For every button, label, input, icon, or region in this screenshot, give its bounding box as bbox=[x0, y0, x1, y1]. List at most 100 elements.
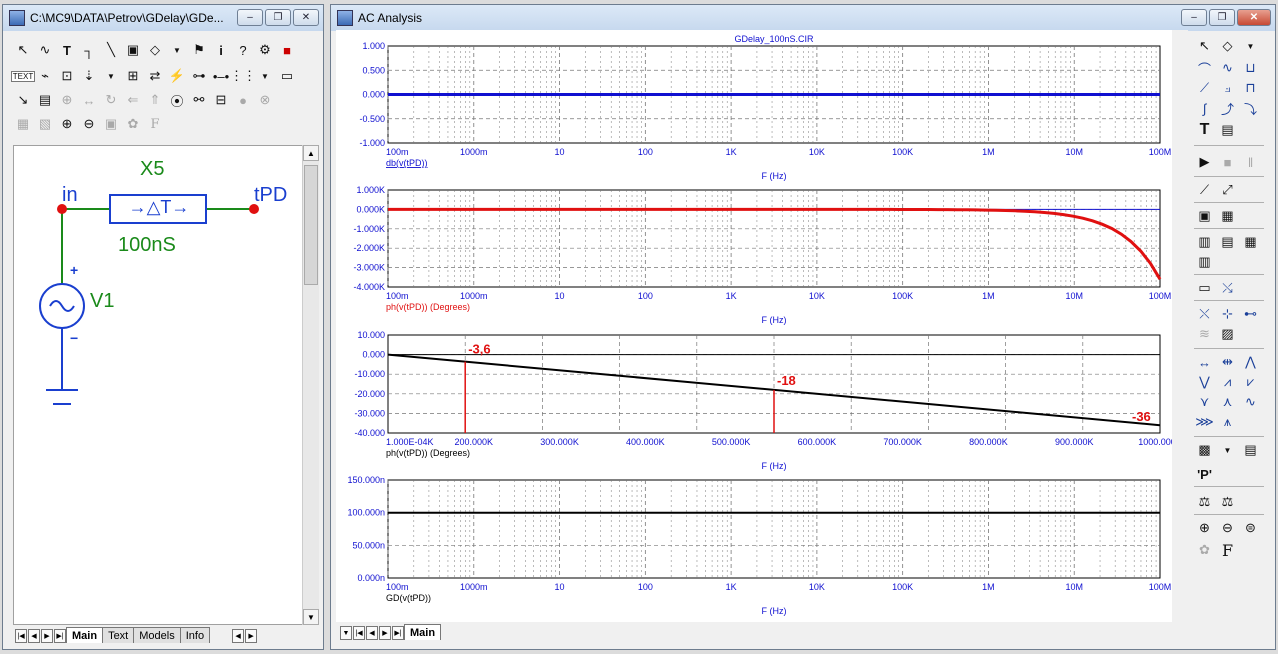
help-icon[interactable]: ? bbox=[233, 40, 253, 60]
tab-models[interactable]: Models bbox=[133, 627, 181, 643]
select-icon[interactable]: ↘ bbox=[13, 90, 33, 110]
properties-icon[interactable]: ▤ bbox=[35, 90, 55, 110]
flip-icon[interactable]: ⇐ bbox=[123, 90, 143, 110]
wave-find-icon[interactable]: ∿ bbox=[1240, 392, 1261, 412]
zoom-out-icon[interactable]: ⊖ bbox=[79, 114, 99, 134]
close-button[interactable]: ✕ bbox=[1237, 9, 1271, 26]
hscroll-right-button[interactable]: ▶ bbox=[245, 629, 258, 643]
top-find-icon[interactable]: ⩚ bbox=[1217, 412, 1238, 432]
tab-menu-button[interactable]: ▼ bbox=[340, 626, 352, 640]
log-scale-icon[interactable]: ⤢ bbox=[1217, 180, 1238, 200]
high-icon[interactable]: ⊔ bbox=[1240, 58, 1261, 78]
frame-icon[interactable]: ▭ bbox=[1194, 278, 1215, 298]
line-icon[interactable]: ╲ bbox=[101, 40, 121, 60]
align-icon[interactable]: ⊕ bbox=[57, 90, 77, 110]
on-icon[interactable]: ⊶ bbox=[189, 66, 209, 86]
text-mode-icon[interactable]: TEXT bbox=[10, 66, 36, 86]
grid-icon[interactable]: ⋮⋮ bbox=[230, 66, 256, 86]
linear-scale-icon[interactable]: ⟋ bbox=[1194, 180, 1215, 200]
alert-icon[interactable]: ● bbox=[233, 90, 253, 110]
font-icon[interactable]: F bbox=[1217, 540, 1238, 560]
group-icon[interactable]: ▦ bbox=[13, 114, 33, 134]
zoom-fit-icon[interactable]: ⊜ bbox=[1240, 518, 1261, 538]
dropdown-arrow-icon[interactable]: ▼ bbox=[1217, 440, 1238, 460]
tab-prev-button[interactable]: ◀ bbox=[28, 629, 40, 643]
p-tag-icon[interactable]: 'P' bbox=[1194, 464, 1215, 484]
pin-icon[interactable]: ⊡ bbox=[57, 66, 77, 86]
tag-icon[interactable]: ⊹ bbox=[1217, 304, 1238, 324]
run-icon[interactable]: ▶ bbox=[1194, 152, 1215, 172]
probe-icon[interactable]: ⊞ bbox=[123, 66, 143, 86]
box-icon[interactable]: ▣ bbox=[1194, 206, 1215, 226]
global-low-icon[interactable]: ⤵ bbox=[1240, 98, 1261, 118]
high-find-icon[interactable]: ⩘ bbox=[1217, 372, 1238, 392]
cancel-icon[interactable]: ⊗ bbox=[255, 90, 275, 110]
tab-first-button[interactable]: |◀ bbox=[353, 626, 365, 640]
minimize-button[interactable]: ‒ bbox=[237, 9, 263, 26]
settings-icon[interactable]: ⚙ bbox=[255, 40, 275, 60]
shape-icon[interactable]: ◇ bbox=[1217, 36, 1238, 56]
tab-main[interactable]: Main bbox=[404, 624, 442, 640]
low-find-icon[interactable]: ⩗ bbox=[1240, 372, 1261, 392]
hgrid-icon[interactable]: ▤ bbox=[1217, 232, 1238, 252]
global-find-icon[interactable]: ⋏ bbox=[1217, 392, 1238, 412]
tab-last-button[interactable]: ▶| bbox=[392, 626, 404, 640]
find-icon[interactable]: ⦿ bbox=[167, 90, 187, 110]
slope-icon[interactable]: ⟋ bbox=[1194, 78, 1215, 98]
tab-last-button[interactable]: ▶| bbox=[54, 629, 66, 643]
plot-area[interactable]: 1.000 0.500 0.000 -0.500 -1.000 100m 1000m 10 10… bbox=[336, 30, 1188, 622]
hscroll-left-button[interactable]: ◀ bbox=[232, 629, 245, 643]
left-right-icon[interactable]: ↔ bbox=[1194, 352, 1215, 372]
swap-icon[interactable]: ⇄ bbox=[145, 66, 165, 86]
valley-find-icon[interactable]: ⋁ bbox=[1194, 372, 1215, 392]
tab-main[interactable]: Main bbox=[66, 627, 104, 643]
next-point-icon[interactable]: ⇹ bbox=[1217, 352, 1238, 372]
rotate-icon[interactable]: ↻ bbox=[101, 90, 121, 110]
properties-icon[interactable]: ▤ bbox=[1217, 120, 1238, 140]
tab-info[interactable]: Info bbox=[179, 627, 211, 643]
board-icon[interactable]: ⊟ bbox=[211, 90, 231, 110]
multi-find-icon[interactable]: ⋙ bbox=[1194, 412, 1215, 432]
step-icon[interactable]: ↔ bbox=[79, 90, 99, 110]
valley-icon[interactable]: ∿ bbox=[1217, 58, 1238, 78]
schematic-vertical-scrollbar[interactable]: ▲ ▼ bbox=[302, 145, 319, 625]
restore-button[interactable]: ❐ bbox=[1209, 9, 1235, 26]
y-axis-icon[interactable]: ⚖ bbox=[1217, 492, 1238, 512]
dropdown-arrow-icon[interactable]: ▼ bbox=[167, 40, 187, 60]
low-icon[interactable]: ⊓ bbox=[1240, 78, 1261, 98]
text-tool-icon[interactable]: T bbox=[57, 40, 77, 60]
scroll-up-button[interactable]: ▲ bbox=[303, 145, 319, 161]
tab-next-button[interactable]: ▶ bbox=[379, 626, 391, 640]
cursor-icon[interactable]: ⤯ bbox=[1217, 278, 1238, 298]
list-icon[interactable]: ▤ bbox=[1240, 440, 1261, 460]
tab-text[interactable]: Text bbox=[102, 627, 135, 643]
trace-icon[interactable]: ≋ bbox=[1194, 324, 1215, 344]
pointer-icon[interactable]: ↖ bbox=[1194, 36, 1215, 56]
component-icon[interactable]: ▣ bbox=[123, 40, 143, 60]
scroll-down-button[interactable]: ▼ bbox=[303, 609, 319, 625]
minor-grid-icon[interactable]: ▥ bbox=[1194, 232, 1215, 252]
wire-icon[interactable]: ∿ bbox=[35, 40, 55, 60]
node-numbers-icon[interactable]: ⌁ bbox=[35, 66, 55, 86]
peak-icon[interactable]: ⌒ bbox=[1194, 58, 1215, 78]
peak-find-icon[interactable]: ⋀ bbox=[1240, 352, 1261, 372]
global-high-icon[interactable]: ⤴ bbox=[1217, 98, 1238, 118]
palette-icon[interactable]: ▩ bbox=[1194, 440, 1215, 460]
bottom-icon[interactable]: ⟓ bbox=[1217, 78, 1238, 98]
zoom-in-icon[interactable]: ⊕ bbox=[57, 114, 77, 134]
table-icon[interactable]: ▦ bbox=[1240, 232, 1261, 252]
pointer-icon[interactable]: ↖ bbox=[13, 40, 33, 60]
voltage-icon[interactable]: ⇣ bbox=[79, 66, 99, 86]
schematic-canvas[interactable]: X5 →△T→ 100nS in tPD V1 + − bbox=[13, 145, 303, 625]
tab-first-button[interactable]: |◀ bbox=[15, 629, 27, 643]
analysis-vertical-scrollbar[interactable] bbox=[1172, 30, 1188, 622]
close-button[interactable]: ✕ bbox=[293, 9, 319, 26]
xy-tag-icon[interactable]: ⊷ bbox=[1240, 304, 1261, 324]
restore-button[interactable]: ❐ bbox=[265, 9, 291, 26]
pause-icon[interactable]: ‖ bbox=[1240, 152, 1261, 172]
ortho-wire-icon[interactable]: ┐ bbox=[79, 40, 99, 60]
shape-icon[interactable]: ◇ bbox=[145, 40, 165, 60]
scroll-thumb[interactable] bbox=[304, 165, 318, 285]
inflect-find-icon[interactable]: ⋎ bbox=[1194, 392, 1215, 412]
ungroup-icon[interactable]: ▧ bbox=[35, 114, 55, 134]
